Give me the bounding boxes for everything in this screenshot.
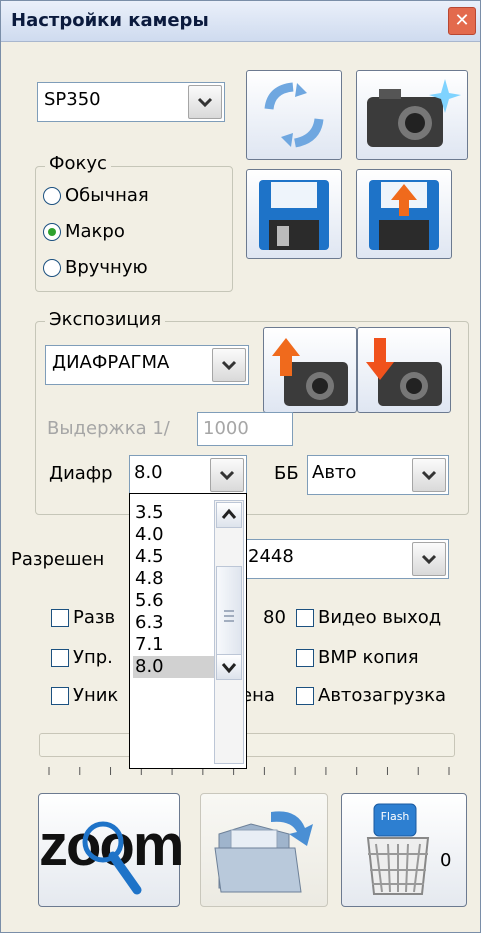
- load-settings-button[interactable]: [356, 169, 452, 259]
- camera-flash-icon: [367, 79, 461, 147]
- slider-track[interactable]: [39, 733, 455, 757]
- focus-option-label: Обычная: [65, 185, 149, 206]
- upload-to-camera-button[interactable]: [263, 327, 357, 413]
- focus-option-normal[interactable]: Обычная: [43, 185, 203, 207]
- aperture-dropdown-list[interactable]: 3.5 4.0 4.5 4.8 5.6 6.3 7.1 8.0: [129, 493, 247, 769]
- aperture-value: 8.0: [134, 462, 163, 483]
- camera-upload-icon: [272, 338, 348, 406]
- checkbox-label: Видео выход: [318, 607, 442, 628]
- checkbox-icon: [296, 609, 314, 627]
- scroll-down-button[interactable]: [216, 654, 242, 680]
- radio-icon: [43, 259, 61, 277]
- checkbox-icon: [51, 609, 69, 627]
- exposure-mode-select[interactable]: ДИАФРАГМА: [45, 345, 249, 385]
- zoom-button[interactable]: zoom: [38, 793, 184, 907]
- chevron-up-icon: [221, 508, 237, 519]
- exposure-legend: Экспозиция: [45, 309, 166, 330]
- window-title: Настройки камеры: [11, 10, 209, 31]
- focus-legend: Фокус: [45, 153, 111, 174]
- camera-download-icon: [366, 338, 442, 406]
- checkbox-icon: [51, 649, 69, 667]
- dropdown-option[interactable]: 6.3: [133, 612, 215, 634]
- resolution-label: Разрешен: [11, 549, 105, 570]
- aperture-label: Диафр: [49, 463, 113, 484]
- dropdown-option[interactable]: 4.5: [133, 546, 215, 568]
- folder-arrow-icon: [214, 811, 313, 893]
- resolution-select[interactable]: 2448: [243, 539, 449, 579]
- close-button[interactable]: ✕: [448, 7, 476, 35]
- camera-model-value: SP350: [44, 89, 101, 110]
- checkbox-icon: [296, 687, 314, 705]
- flash-badge: Flash: [380, 810, 410, 823]
- delete-flash-button[interactable]: Flash 0: [341, 793, 467, 907]
- focus-option-label: Вручную: [65, 257, 148, 278]
- checkbox-icon: [51, 687, 69, 705]
- magnifier-icon: [82, 821, 142, 895]
- radio-icon: [43, 187, 61, 205]
- wb-label: ББ: [274, 463, 299, 484]
- checkbox-label: Разв: [73, 607, 116, 628]
- aperture-select[interactable]: 8.0: [129, 455, 247, 495]
- chevron-down-icon[interactable]: [188, 85, 222, 119]
- dropdown-option[interactable]: 3.5: [133, 502, 215, 524]
- floppy-upload-icon: [369, 180, 439, 250]
- title-bar[interactable]: Настройки камеры ✕: [1, 1, 480, 42]
- camera-model-select[interactable]: SP350: [37, 82, 225, 122]
- scroll-up-button[interactable]: [216, 502, 242, 528]
- chevron-down-icon[interactable]: [210, 458, 244, 492]
- refresh-icon: [264, 82, 324, 148]
- floppy-disk-icon: [259, 180, 329, 250]
- chevron-down-icon: [221, 663, 237, 674]
- exposure-mode-value: ДИАФРАГМА: [52, 352, 170, 373]
- shutter-input[interactable]: 1000: [197, 412, 293, 446]
- checkbox-icon: [296, 649, 314, 667]
- dropdown-option[interactable]: 4.8: [133, 568, 215, 590]
- save-settings-button[interactable]: [246, 169, 342, 259]
- chevron-down-icon[interactable]: [412, 542, 446, 576]
- open-folder-button[interactable]: [200, 793, 328, 907]
- chevron-down-icon[interactable]: [412, 458, 446, 492]
- refresh-button[interactable]: [246, 70, 342, 160]
- focus-option-label: Макро: [65, 221, 125, 242]
- chevron-down-icon[interactable]: [212, 348, 246, 382]
- dropdown-option[interactable]: 7.1: [133, 634, 215, 656]
- checkbox-label: Автозагрузка: [318, 685, 447, 706]
- slider-ticks: [48, 767, 450, 775]
- focus-option-macro[interactable]: Макро: [43, 221, 203, 243]
- checkbox-partial-label: 80: [263, 607, 286, 628]
- capture-photo-button[interactable]: [356, 70, 468, 160]
- shutter-label: Выдержка 1/: [47, 418, 170, 439]
- flash-count: 0: [440, 850, 452, 871]
- shutter-value: 1000: [203, 418, 249, 439]
- wb-value: Авто: [312, 462, 357, 483]
- dropdown-option-selected[interactable]: 8.0: [133, 656, 215, 678]
- wb-select[interactable]: Авто: [307, 455, 449, 495]
- resolution-value: 2448: [248, 546, 294, 567]
- focus-option-manual[interactable]: Вручную: [43, 257, 203, 279]
- dropdown-option[interactable]: 5.6: [133, 590, 215, 612]
- checkbox-label: Уник: [73, 685, 119, 706]
- download-from-camera-button[interactable]: [357, 327, 451, 413]
- checkbox-label: Упр.: [73, 647, 113, 668]
- dropdown-option[interactable]: 4.0: [133, 524, 215, 546]
- radio-selected-icon: [43, 223, 61, 241]
- checkbox-label: BMP копия: [318, 647, 419, 668]
- camera-settings-window: Настройки камеры ✕ SP350 Фокус Обычная М…: [0, 0, 481, 933]
